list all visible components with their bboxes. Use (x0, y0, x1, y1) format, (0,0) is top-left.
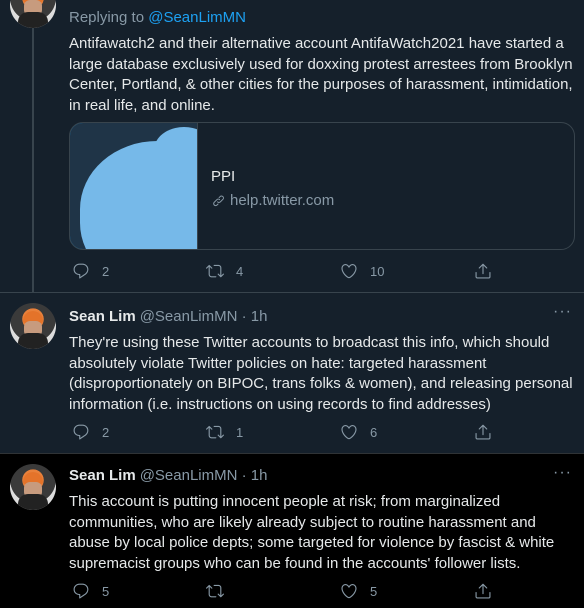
reply-icon (73, 583, 89, 599)
display-name[interactable]: Sean Lim (69, 307, 136, 327)
share-icon (475, 263, 491, 279)
like-button[interactable]: 6 (340, 423, 377, 441)
share-icon (475, 424, 491, 440)
reply-count: 2 (102, 263, 110, 279)
card-domain-text: help.twitter.com (230, 192, 335, 209)
reply-icon (73, 263, 89, 279)
share-icon (475, 583, 491, 599)
like-count: 5 (370, 583, 378, 599)
like-button[interactable]: 10 (340, 262, 384, 280)
reply-button[interactable]: 5 (72, 582, 109, 600)
tweet-header: Sean Lim @SeanLimMN · 1h (69, 466, 574, 486)
retweet-icon (206, 584, 224, 598)
action-bar: 5 5 (72, 582, 492, 602)
retweet-button[interactable]: 1 (206, 423, 243, 441)
handle-timestamp[interactable]: @SeanLimMN · 1h (140, 307, 268, 327)
reply-handle-link[interactable]: @SeanLimMN (148, 9, 246, 26)
retweet-icon (206, 264, 224, 278)
handle-timestamp[interactable]: @SeanLimMN · 1h (140, 466, 268, 486)
card-domain: help.twitter.com (211, 191, 334, 211)
retweet-button[interactable] (206, 582, 236, 600)
reply-prefix: Replying to (69, 9, 149, 26)
tweet-3[interactable]: ··· Sean Lim @SeanLimMN · 1h This accoun… (0, 453, 584, 608)
like-icon (341, 264, 357, 279)
reply-count: 5 (102, 583, 110, 599)
share-button[interactable] (474, 423, 492, 441)
tweet-text: This account is putting innocent people … (69, 493, 555, 572)
display-name[interactable]: Sean Lim (69, 466, 136, 486)
like-icon (341, 584, 357, 599)
card-image (70, 123, 198, 249)
like-count: 10 (370, 263, 385, 279)
reply-button[interactable]: 2 (72, 423, 109, 441)
avatar[interactable] (10, 464, 56, 510)
retweet-count: 4 (236, 263, 244, 279)
tweet-header: Sean Lim @SeanLimMN · 1h (69, 307, 574, 327)
thread-line (32, 28, 34, 292)
reply-count: 2 (102, 424, 110, 440)
action-bar: 2 4 10 (72, 262, 492, 282)
tweet-text: Antifawatch2 and their alternative accou… (69, 35, 573, 114)
retweet-icon (206, 425, 224, 439)
avatar[interactable] (10, 0, 56, 28)
action-bar: 2 1 6 (72, 423, 492, 443)
like-icon (341, 425, 357, 440)
reply-context: Replying to @SeanLimMN (69, 8, 574, 28)
tweet-1[interactable]: Replying to @SeanLimMN Antifawatch2 and … (0, 0, 584, 292)
share-button[interactable] (474, 262, 492, 280)
tweet-text: They're using these Twitter accounts to … (69, 334, 573, 413)
retweet-button[interactable]: 4 (206, 262, 243, 280)
retweet-count: 1 (236, 424, 244, 440)
link-icon (213, 195, 224, 207)
avatar[interactable] (10, 303, 56, 349)
reply-icon (73, 424, 89, 440)
tweet-2[interactable]: ··· Sean Lim @SeanLimMN · 1h They're usi… (0, 292, 584, 453)
share-button[interactable] (474, 582, 492, 600)
card-title: PPI (211, 168, 236, 185)
link-card[interactable]: PPI help.twitter.com (69, 122, 575, 250)
like-button[interactable]: 5 (340, 582, 377, 600)
like-count: 6 (370, 424, 378, 440)
reply-button[interactable]: 2 (72, 262, 109, 280)
